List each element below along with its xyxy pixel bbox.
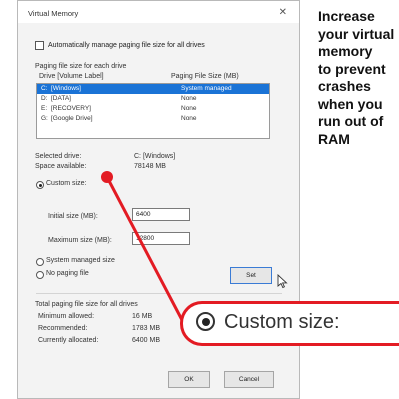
headline-line: to prevent bbox=[318, 60, 386, 77]
callout-dot bbox=[101, 171, 113, 183]
article-headline: Increase your virtual memory to prevent … bbox=[318, 8, 398, 148]
callout-label: Custom size: bbox=[224, 311, 340, 333]
headline-line: your virtual bbox=[318, 25, 395, 42]
headline-line: when you bbox=[318, 95, 383, 112]
headline-line: crashes bbox=[318, 78, 371, 94]
headline-line: run out of bbox=[318, 113, 384, 129]
headline-line: Increase bbox=[318, 8, 375, 24]
headline-line: RAM bbox=[318, 130, 350, 147]
radio-selected-icon bbox=[196, 312, 215, 331]
custom-size-callout: Custom size: bbox=[180, 301, 399, 346]
headline-line: memory bbox=[318, 43, 373, 59]
